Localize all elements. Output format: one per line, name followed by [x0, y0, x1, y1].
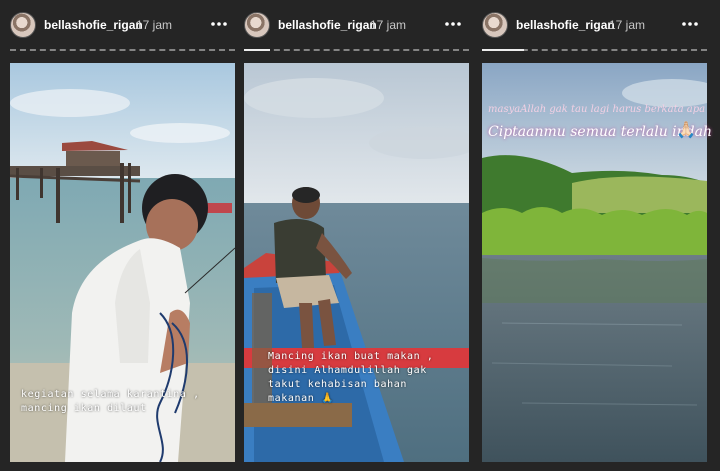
username[interactable]: bellashofie_rigan	[278, 18, 377, 32]
timestamp: 17 jam	[136, 18, 173, 32]
story-caption-line-1: masyaAllah gak tau lagi harus berkata ap…	[488, 104, 706, 115]
story-progress-segment	[244, 49, 270, 53]
username[interactable]: bellashofie_rigan	[516, 18, 615, 32]
story-progress-bar	[244, 49, 469, 53]
story-header: bellashofie_rigan 17 jam	[482, 0, 707, 50]
story-caption: Mancing ikan buat makan , disini Alhamdu…	[268, 351, 434, 404]
username[interactable]: bellashofie_rigan	[44, 18, 143, 32]
avatar[interactable]	[10, 12, 36, 38]
story-caption: kegiatan selama karantina , mancing ikan…	[21, 389, 200, 414]
mangrove-image	[482, 63, 707, 462]
story-card-3[interactable]: bellashofie_rigan 17 jam masyaAllah gak …	[482, 0, 712, 471]
avatar[interactable]	[244, 12, 270, 38]
more-horizontal-icon[interactable]	[444, 16, 462, 32]
more-horizontal-icon[interactable]	[681, 16, 699, 32]
more-horizontal-icon[interactable]	[210, 16, 228, 32]
story-photo[interactable]	[482, 63, 707, 462]
story-feed: { "stories": [ { "username": "bellashofi…	[0, 0, 720, 471]
timestamp: 17 jam	[609, 18, 646, 32]
story-progress-segment	[482, 49, 524, 53]
story-card-1[interactable]: bellashofie_rigan 17 jam kegiatan selama…	[10, 0, 235, 471]
story-header: bellashofie_rigan 17 jam	[10, 0, 235, 50]
timestamp: 17 jam	[370, 18, 407, 32]
praying-hands-emoji: 🙏🏻	[676, 120, 696, 139]
story-header: bellashofie_rigan 17 jam	[244, 0, 469, 50]
story-progress-bar	[10, 49, 235, 53]
story-card-2[interactable]: bellashofie_rigan 17 jam Mancing ikan bu…	[244, 0, 469, 471]
avatar[interactable]	[482, 12, 508, 38]
